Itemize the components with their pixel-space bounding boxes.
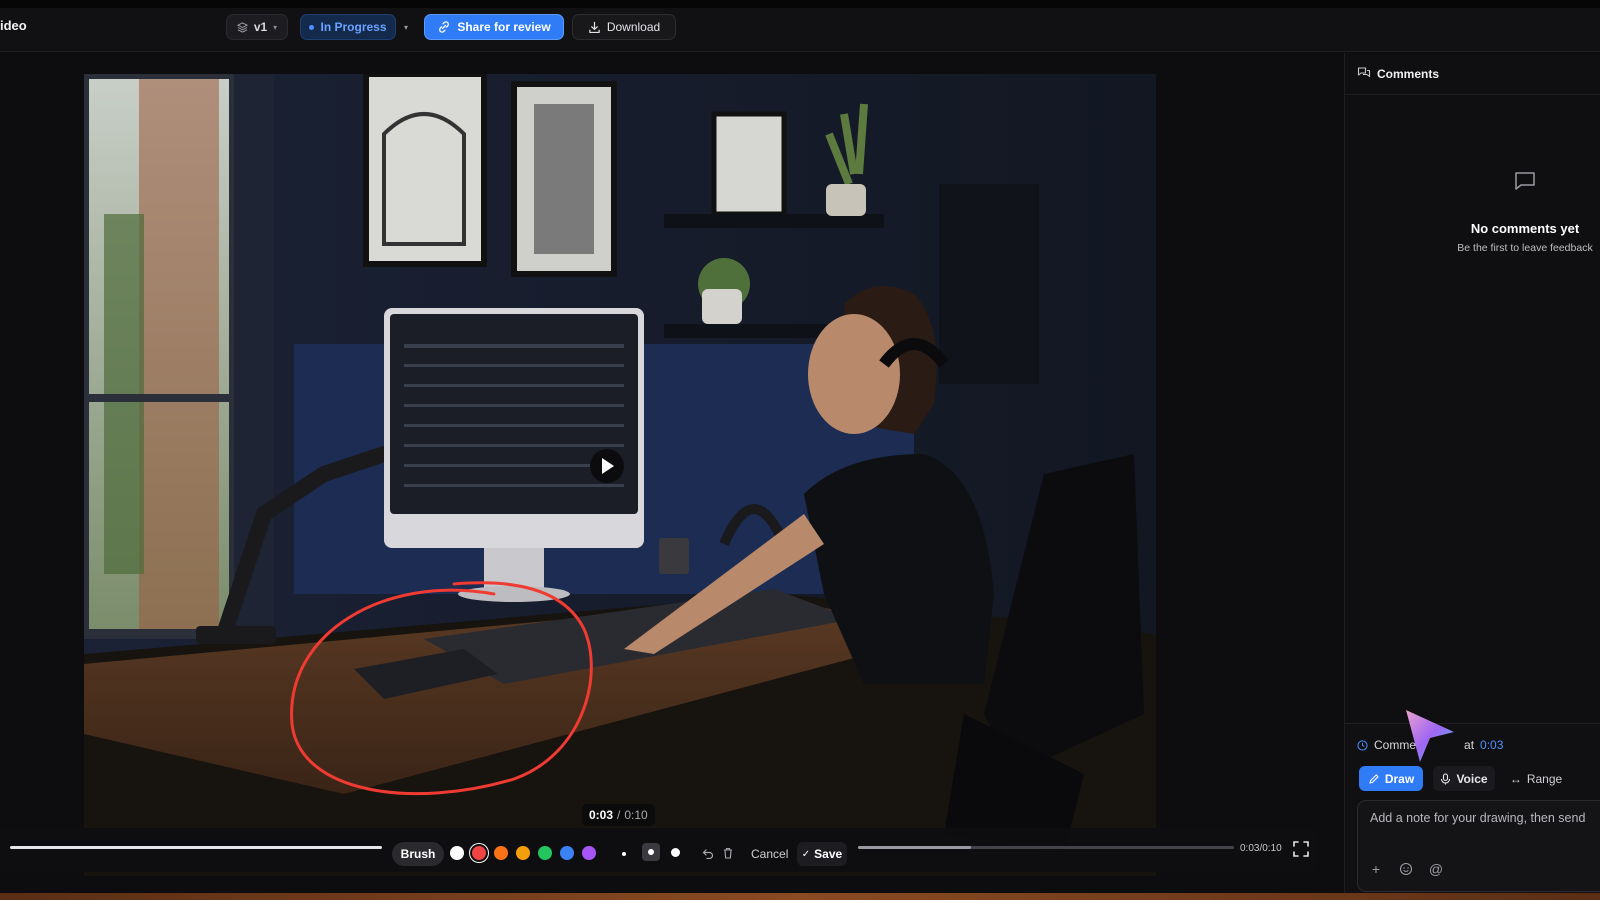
plus-icon[interactable]: +	[1368, 861, 1384, 877]
window-top-strip	[0, 0, 1600, 8]
timeline-track[interactable]	[858, 846, 1234, 849]
check-icon: ✓	[801, 848, 811, 860]
video-frame[interactable]	[84, 74, 1156, 876]
undo-icon[interactable]	[700, 845, 716, 861]
comments-panel: Comments No comments yet Be the first to…	[1344, 53, 1600, 893]
pointer-cursor-icon	[1406, 710, 1454, 762]
version-selector[interactable]: v1 ▾	[226, 14, 288, 40]
playback-time-badge: 0:03 / 0:10	[582, 804, 655, 826]
brush-tool-button[interactable]: Brush	[392, 842, 444, 866]
draw-label: Draw	[1384, 771, 1415, 786]
share-label: Share for review	[457, 20, 551, 34]
brush-label: Brush	[400, 847, 436, 861]
current-time: 0:03	[589, 808, 614, 822]
top-toolbar: ideo v1 ▾ In Progress ▾ Share for review…	[0, 8, 1600, 52]
color-swatch[interactable]	[450, 846, 464, 860]
cancel-button[interactable]: Cancel	[751, 847, 788, 861]
save-button[interactable]: ✓ Save	[797, 842, 847, 866]
brush-size-medium-selected[interactable]	[642, 843, 660, 861]
pencil-icon	[1369, 773, 1379, 784]
range-label: Range	[1526, 771, 1563, 786]
comment-note-input[interactable]	[1370, 811, 1600, 825]
color-swatch[interactable]	[538, 846, 552, 860]
download-label: Download	[606, 20, 661, 34]
brush-size-large[interactable]	[671, 848, 680, 857]
emoji-icon[interactable]	[1398, 861, 1414, 877]
chevron-down-icon: ▾	[273, 22, 278, 32]
message-square-icon	[1515, 172, 1535, 190]
link-icon	[439, 21, 450, 33]
trash-icon[interactable]	[720, 845, 736, 861]
timeline-progress	[858, 846, 971, 849]
layers-icon	[236, 21, 248, 33]
color-swatch[interactable]	[516, 846, 530, 860]
range-mode-button[interactable]: ↔ Range	[1505, 766, 1567, 791]
timecode: 0:03/0:10	[1240, 843, 1282, 854]
range-arrows-icon: ↔	[1509, 771, 1522, 786]
version-label: v1	[253, 20, 268, 34]
total-time: 0:10	[624, 808, 648, 822]
download-button[interactable]: Download	[572, 14, 676, 40]
status-selector[interactable]: In Progress	[300, 14, 396, 40]
color-swatch[interactable]	[494, 846, 508, 860]
comment-at-label: at	[1464, 738, 1475, 752]
time-separator: /	[617, 808, 621, 822]
voice-mode-button[interactable]: Voice	[1433, 766, 1495, 791]
download-icon	[589, 21, 600, 33]
comments-title: Comments	[1377, 67, 1440, 81]
status-dropdown-chevron-icon[interactable]: ▾	[398, 14, 414, 40]
comment-composer: Comme at 0:03 Draw Voice ↔ Range + @	[1345, 723, 1600, 893]
comments-icon	[1357, 67, 1371, 78]
color-swatch[interactable]	[472, 846, 486, 860]
window-bottom-strip	[0, 893, 1600, 900]
comment-timestamp[interactable]: 0:03	[1480, 738, 1503, 752]
video-stage	[0, 53, 1344, 893]
scrubber-left[interactable]	[10, 846, 382, 849]
brush-size-small[interactable]	[622, 852, 626, 856]
status-label: In Progress	[320, 20, 387, 34]
comments-header: Comments	[1345, 53, 1600, 95]
fullscreen-icon[interactable]	[1292, 840, 1310, 858]
voice-label: Voice	[1456, 771, 1488, 786]
mention-icon[interactable]: @	[1428, 861, 1444, 877]
video-frame-image	[84, 74, 1156, 876]
share-for-review-button[interactable]: Share for review	[424, 14, 564, 40]
save-label: Save	[814, 847, 843, 861]
status-dot-icon	[309, 24, 315, 30]
empty-state-subtitle: Be the first to leave feedback	[1457, 242, 1593, 254]
clock-icon	[1357, 739, 1368, 751]
page-title: ideo	[0, 18, 27, 33]
note-box: + @	[1357, 800, 1600, 892]
color-swatch[interactable]	[582, 846, 596, 860]
draw-mode-button[interactable]: Draw	[1359, 766, 1423, 791]
empty-state-title: No comments yet	[1470, 221, 1580, 236]
color-swatch[interactable]	[560, 846, 574, 860]
microphone-icon	[1441, 772, 1451, 784]
